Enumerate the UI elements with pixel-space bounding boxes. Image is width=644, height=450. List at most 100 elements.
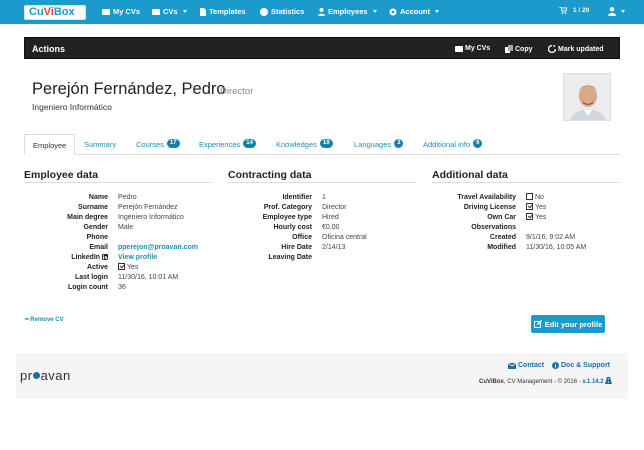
- contact-label: Contact: [518, 362, 545, 369]
- field-label: Own Car: [487, 214, 516, 221]
- email-link[interactable]: pperejon@proavan.com: [118, 243, 198, 253]
- field-label: Hire Date: [281, 244, 312, 251]
- actions-bar: Actions My CVs Copy Mark updated: [24, 37, 620, 59]
- tab-employee[interactable]: Employee: [24, 134, 76, 155]
- field-value: 11/30/16, 10:01 AM: [118, 274, 179, 281]
- tab-knowledges[interactable]: Knowledges 19: [268, 134, 341, 155]
- field-label: Gender: [83, 224, 108, 231]
- product-name: CuViBox: [479, 379, 504, 385]
- field-row: Driving License Yes: [432, 203, 620, 213]
- user-menu[interactable]: [608, 7, 625, 16]
- cv-pager[interactable]: 1 / 20: [559, 7, 589, 14]
- chevron-down-icon: [372, 10, 377, 13]
- field-value: 1: [322, 194, 326, 201]
- cuvibox-logo[interactable]: CuViBox: [24, 5, 86, 20]
- field-value: 11/30/16, 10:05 AM: [526, 244, 587, 251]
- tab-experiences[interactable]: Experiences 14: [191, 134, 264, 155]
- nav-statistics-label: Statistics: [271, 7, 305, 16]
- remove-cv-link[interactable]: ━ Remove CV: [25, 316, 64, 323]
- field-row: Surname Perejón Fernández: [24, 203, 212, 213]
- field-value: 9/1/16, 9:02 AM: [526, 234, 576, 241]
- field-value: Director: [322, 204, 347, 211]
- refresh-icon: [548, 45, 556, 53]
- experiences-count-badge: 14: [243, 139, 256, 148]
- contracting-data-heading: Contracting data: [228, 169, 312, 181]
- top-navbar: CuViBox My CVs CVs Templates Statistics …: [0, 0, 644, 24]
- pager-text: 1 / 20: [573, 7, 590, 14]
- field-label: Created: [489, 234, 516, 241]
- field-row: Hire Date 2/14/13: [228, 243, 416, 253]
- field-label: Prof. Category: [263, 204, 312, 211]
- id-card-icon: [102, 8, 110, 15]
- nav-my-cvs[interactable]: My CVs: [102, 7, 140, 16]
- envelope-icon: [508, 362, 516, 369]
- tab-summary[interactable]: Summary: [76, 134, 124, 155]
- field-value: Yes: [526, 203, 546, 213]
- field-value: Ingeniero Informático: [118, 214, 184, 221]
- field-label: Email: [89, 244, 108, 251]
- actions-my-cvs-label: My CVs: [465, 45, 491, 52]
- nav-account-menu[interactable]: Account: [389, 7, 439, 16]
- courses-count-badge: 17: [166, 139, 180, 148]
- field-row: Email pperejon@proavan.com: [24, 243, 212, 253]
- profile-name: Perejón Fernández, Pedro: [32, 80, 226, 98]
- tab-courses-label: Courses: [136, 140, 164, 149]
- doc-support-link[interactable]: Doc & Support: [552, 362, 610, 369]
- actions-my-cvs-button[interactable]: My CVs: [455, 45, 490, 52]
- field-row: Modified 11/30/16, 10:05 AM: [432, 243, 620, 253]
- field-row: Phone: [24, 233, 212, 243]
- actions-title: Actions: [32, 44, 66, 54]
- tab-courses[interactable]: Courses 17: [128, 134, 188, 155]
- tab-languages[interactable]: Languages 3: [346, 134, 411, 155]
- field-label: Observations: [471, 224, 516, 231]
- chevron-down-icon: [182, 10, 187, 13]
- copy-button[interactable]: Copy: [505, 45, 533, 53]
- own-car-value: Yes: [535, 214, 547, 221]
- tab-additional-info[interactable]: Additional info 6: [415, 134, 490, 155]
- additional-info-count-badge: 6: [473, 139, 483, 148]
- footer: [16, 353, 628, 399]
- contact-link[interactable]: Contact: [508, 362, 544, 369]
- edit-profile-button[interactable]: Edit your profile: [531, 315, 605, 333]
- profile-tabs: Employee Summary Courses 17 Experiences 14…: [24, 134, 620, 155]
- nav-cvs-menu[interactable]: CVs: [152, 7, 187, 16]
- linkedin-profile-link[interactable]: View profile: [118, 253, 157, 263]
- tab-languages-label: Languages: [354, 140, 392, 149]
- logo-cu: Cu: [29, 6, 44, 18]
- road-icon: [605, 377, 613, 384]
- version-label: v.1.14.2: [582, 379, 604, 385]
- brand-dot: [33, 372, 41, 379]
- field-label: Phone: [86, 234, 108, 241]
- linkedin-label: LinkedIn: [71, 254, 101, 261]
- field-value: 36: [118, 284, 126, 291]
- field-value: Yes: [118, 263, 138, 273]
- divider: [228, 182, 416, 183]
- additional-data-list: Travel Availability No Driving License Yes…: [432, 193, 620, 253]
- doc-support-label: Doc & Support: [561, 362, 610, 369]
- driving-value: Yes: [535, 204, 547, 211]
- checkbox-checked-icon: [526, 203, 533, 210]
- tab-summary-label: Summary: [84, 140, 117, 149]
- field-row: Employee type Hired: [228, 213, 416, 223]
- nav-employees-menu[interactable]: Employees: [318, 7, 377, 16]
- field-label: LinkedIn: [71, 253, 108, 263]
- field-row: Main degree Ingeniero Informático: [24, 213, 212, 223]
- nav-statistics[interactable]: Statistics: [260, 7, 304, 16]
- field-label: Modified: [487, 244, 516, 251]
- nav-templates[interactable]: Templates: [200, 7, 246, 16]
- field-row: Travel Availability No: [432, 193, 620, 203]
- field-row: Login count 36: [24, 283, 212, 293]
- mark-updated-button[interactable]: Mark updated: [548, 45, 604, 53]
- id-card-icon: [455, 45, 463, 52]
- tab-additional-info-label: Additional info: [423, 140, 471, 149]
- field-label: Leaving Date: [268, 254, 312, 261]
- field-label: Hourly cost: [273, 224, 312, 231]
- logo-vi: Vi: [43, 6, 54, 18]
- field-row: Observations: [432, 223, 620, 233]
- field-label: Name: [88, 194, 108, 201]
- field-row: Active Yes: [24, 263, 212, 273]
- languages-count-badge: 3: [394, 139, 404, 148]
- field-label: Main degree: [67, 214, 108, 221]
- field-row: Leaving Date: [228, 253, 416, 263]
- checkbox-checked-icon: [118, 263, 125, 270]
